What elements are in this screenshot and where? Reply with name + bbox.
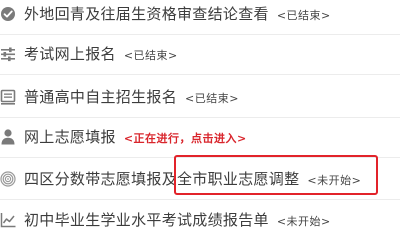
status-not-started: <未开始> [276, 215, 331, 228]
target-icon [0, 170, 18, 188]
list-item[interactable]: 初中毕业生学业水平考试成绩报告单 <未开始> [0, 201, 400, 241]
highlight-annotation-box [174, 155, 378, 195]
status-ended: <已结束> [123, 49, 178, 62]
list-item[interactable]: 网上志愿填报 <正在进行，点击进入> [0, 118, 400, 158]
status-enter-link[interactable]: <正在进行，点击进入> [124, 132, 247, 145]
checkmark-icon [0, 5, 18, 23]
status-ended: <已结束> [185, 92, 239, 105]
sliders-icon [0, 45, 18, 63]
list-item-label: 初中毕业生学业水平考试成绩报告单 <未开始> [24, 211, 331, 229]
exam-service-list: 外地回青及往届生资格审查结论查看 <已结束> 考试网上报名 <已结束> 普通高中… [0, 0, 400, 242]
list-item[interactable]: 普通高中自主招生报名 <已结束> [0, 78, 400, 118]
list-item[interactable]: 外地回青及往届生资格审查结论查看 <已结束> [0, 0, 400, 35]
list-item-label: 外地回青及往届生资格审查结论查看 <已结束> [24, 5, 331, 23]
list-item-label: 考试网上报名 <已结束> [24, 45, 178, 63]
document-icon [0, 88, 18, 106]
list-item[interactable]: 考试网上报名 <已结束> [0, 35, 400, 75]
list-item-label: 网上志愿填报 <正在进行，点击进入> [24, 128, 247, 146]
status-ended: <已结束> [276, 9, 331, 22]
chart-line-icon [0, 211, 18, 229]
list-item-label: 普通高中自主招生报名 <已结束> [24, 88, 239, 106]
user-icon [0, 128, 18, 146]
